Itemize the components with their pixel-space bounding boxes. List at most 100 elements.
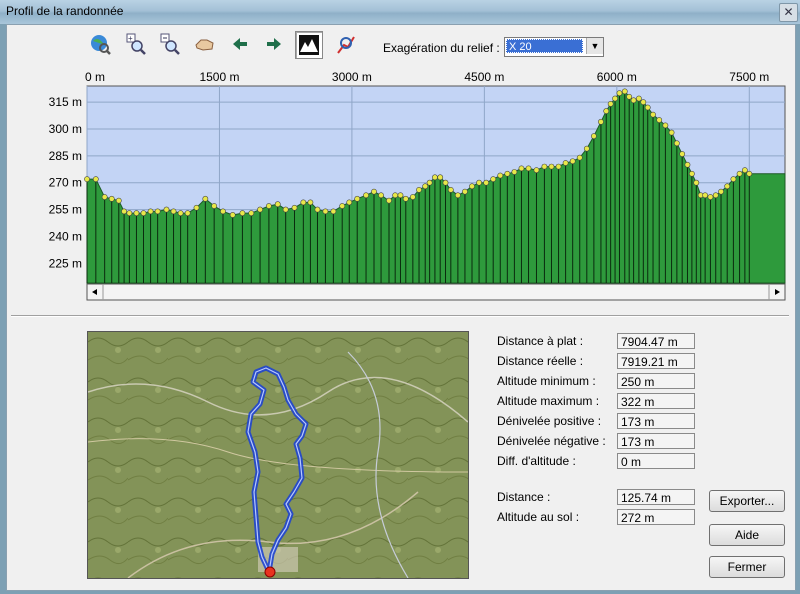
elevation-point — [307, 199, 314, 206]
elevation-point — [84, 176, 90, 183]
zoom-out-icon[interactable] — [157, 31, 183, 57]
elevation-point — [746, 170, 753, 177]
elevation-point — [576, 154, 583, 161]
elevation-point — [248, 210, 255, 217]
elevation-point — [426, 179, 433, 186]
arrow-right-icon[interactable] — [261, 31, 287, 57]
y-tick-label: 285 m — [49, 149, 82, 163]
cursor-label: Distance : — [497, 490, 551, 504]
elevation-point — [202, 195, 209, 202]
elevation-point — [525, 165, 532, 172]
close-button[interactable]: Fermer — [709, 556, 785, 578]
elevation-point — [163, 206, 170, 213]
x-tick-label: 0 m — [85, 70, 105, 84]
elevation-point — [371, 188, 377, 195]
elevation-point — [490, 176, 497, 183]
elevation-point — [518, 165, 525, 172]
exaggeration-label: Exagération du relief : — [383, 41, 500, 55]
elevation-point — [712, 192, 719, 199]
elevation-point — [239, 210, 246, 217]
elevation-point — [630, 97, 637, 104]
zoom-in-icon[interactable]: + — [123, 31, 149, 57]
elevation-point — [437, 174, 444, 181]
stat-value: 173 m — [617, 413, 695, 429]
elevation-point — [409, 194, 416, 200]
elevation-point — [668, 129, 675, 136]
elevation-point — [402, 195, 409, 202]
elevation-point — [386, 197, 392, 204]
elevation-point — [92, 176, 99, 183]
stat-label: Dénivelée négative : — [497, 434, 606, 448]
pan-hand-icon[interactable] — [191, 31, 217, 57]
elevation-point — [616, 90, 623, 97]
exaggeration-select[interactable]: X 20 ▼ — [504, 37, 604, 57]
elevation-point — [101, 194, 108, 200]
stat-label: Dénivelée positive : — [497, 414, 602, 428]
elevation-point — [569, 158, 576, 165]
elevation-point — [193, 204, 200, 211]
help-button[interactable]: Aide — [709, 524, 785, 546]
elevation-point — [220, 208, 226, 215]
elevation-point — [662, 122, 669, 129]
elevation-point — [603, 108, 610, 114]
elevation-point — [583, 145, 590, 152]
stat-value: 250 m — [617, 373, 695, 389]
elevation-point — [741, 167, 748, 174]
chevron-down-icon[interactable]: ▼ — [586, 38, 603, 54]
elevation-point — [476, 179, 482, 186]
elevation-point — [607, 101, 614, 107]
elevation-point — [346, 199, 353, 206]
route-map[interactable] — [87, 331, 469, 579]
elevation-point — [504, 170, 511, 177]
globe-zoom-icon[interactable] — [87, 31, 113, 57]
elevation-point — [363, 192, 369, 199]
y-tick-label: 270 m — [49, 176, 82, 190]
stat-label: Altitude maximum : — [497, 394, 600, 408]
y-tick-label: 240 m — [49, 229, 82, 243]
horizontal-scrollbar — [86, 283, 786, 301]
export-button[interactable]: Exporter... — [709, 490, 785, 512]
elevation-point — [211, 203, 218, 209]
elevation-point — [541, 163, 548, 170]
elevation-point — [454, 192, 461, 199]
y-tick-label: 300 m — [49, 122, 82, 136]
elevation-point — [612, 95, 618, 102]
start-marker — [264, 566, 276, 578]
svg-text:+: + — [128, 34, 133, 43]
elevation-point — [497, 172, 504, 179]
dialog-body: + Exagération du relief : X 20 ▼ 0 m 1500… — [6, 24, 796, 591]
stat-value: 322 m — [617, 393, 695, 409]
elevation-point — [730, 176, 737, 183]
elevation-point — [533, 167, 540, 174]
elevation-point — [229, 212, 236, 218]
elevation-point — [688, 170, 695, 177]
elevation-point — [656, 117, 663, 123]
elevation-point — [108, 195, 115, 202]
cursor-value: 125.74 m — [617, 489, 695, 505]
arrow-left-icon[interactable] — [227, 31, 253, 57]
elevation-point — [300, 199, 307, 206]
elevation-point — [378, 192, 384, 199]
elevation-point — [126, 210, 133, 217]
elevation-point — [147, 208, 154, 215]
elevation-point — [184, 210, 191, 217]
elevation-point — [598, 118, 604, 125]
elevation-chart: 0 m 1500 m 3000 m 4500 m 6000 m 7500 m 315 m 30… — [7, 65, 795, 305]
elevation-point — [133, 210, 140, 217]
y-tick-label: 225 m — [49, 256, 82, 270]
elevation-point — [684, 161, 691, 168]
elevation-chart-svg: 0 m 1500 m 3000 m 4500 m 6000 m 7500 m 315 m 30… — [49, 70, 786, 301]
elevation-point — [330, 208, 337, 215]
elevation-point — [702, 192, 709, 199]
x-tick-label: 3000 m — [332, 70, 372, 84]
search-path-icon[interactable] — [333, 31, 359, 57]
x-tick-label: 4500 m — [464, 70, 504, 84]
y-tick-label: 315 m — [49, 95, 82, 109]
relief-profile-icon[interactable] — [295, 31, 323, 59]
elevation-point — [322, 208, 329, 215]
x-tick-label: 1500 m — [199, 70, 239, 84]
window-title: Profil de la randonnée — [6, 4, 124, 18]
close-window-button[interactable]: ✕ — [779, 3, 798, 22]
elevation-point — [291, 204, 298, 211]
elevation-point — [121, 208, 127, 215]
